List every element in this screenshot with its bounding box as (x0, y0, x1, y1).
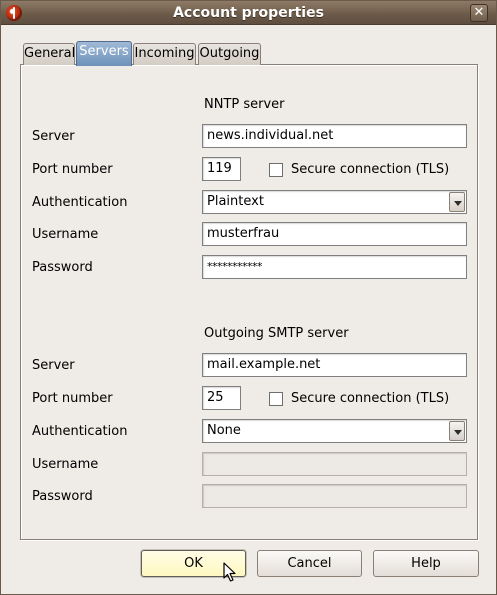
help-button[interactable]: Help (373, 550, 479, 577)
nntp-username-label: Username (32, 227, 99, 242)
nntp-auth-value: Plaintext (207, 194, 264, 209)
tab-servers[interactable]: Servers (76, 41, 132, 66)
smtp-auth-value: None (207, 423, 241, 438)
smtp-username-label: Username (32, 457, 99, 472)
close-button[interactable]: ✕ (470, 4, 488, 22)
smtp-port-label: Port number (32, 391, 113, 406)
smtp-port-input[interactable]: 25 (202, 386, 241, 410)
smtp-password-input[interactable] (202, 484, 467, 508)
nntp-password-label: Password (32, 260, 93, 275)
smtp-server-input[interactable]: mail.example.net (202, 353, 467, 377)
nntp-server-label: Server (32, 129, 75, 144)
nntp-tls-checkbox[interactable] (269, 163, 283, 177)
smtp-tls-label[interactable]: Secure connection (TLS) (291, 391, 449, 406)
smtp-tls-checkbox[interactable] (269, 392, 283, 406)
tab-general[interactable]: General (23, 43, 75, 65)
mouse-pointer-icon (223, 562, 236, 582)
account-properties-dialog: Account properties ✕ General Servers Inc… (0, 0, 497, 595)
nntp-password-input[interactable]: *********** (202, 255, 467, 279)
smtp-username-input[interactable] (202, 452, 467, 476)
tab-outgoing[interactable]: Outgoing (198, 43, 261, 65)
nntp-section-title: NNTP server (204, 97, 285, 112)
nntp-server-input[interactable]: news.individual.net (202, 124, 467, 148)
cancel-button[interactable]: Cancel (257, 550, 362, 577)
title-bar[interactable]: Account properties ✕ (1, 1, 496, 25)
window-title: Account properties (173, 5, 324, 21)
chevron-down-icon[interactable] (449, 421, 465, 441)
nntp-port-label: Port number (32, 162, 113, 177)
nntp-port-input[interactable]: 119 (202, 157, 241, 181)
smtp-section-title: Outgoing SMTP server (204, 326, 349, 341)
tab-incoming[interactable]: Incoming (133, 43, 196, 65)
smtp-server-label: Server (32, 358, 75, 373)
smtp-auth-label: Authentication (32, 424, 128, 439)
nntp-auth-label: Authentication (32, 195, 128, 210)
chevron-down-icon[interactable] (449, 192, 465, 212)
smtp-auth-select[interactable]: None (202, 419, 467, 443)
smtp-password-label: Password (32, 489, 93, 504)
close-icon: ✕ (473, 5, 485, 20)
nntp-tls-label[interactable]: Secure connection (TLS) (291, 162, 449, 177)
nntp-username-input[interactable]: musterfrau (202, 222, 467, 246)
nntp-auth-select[interactable]: Plaintext (202, 190, 467, 214)
